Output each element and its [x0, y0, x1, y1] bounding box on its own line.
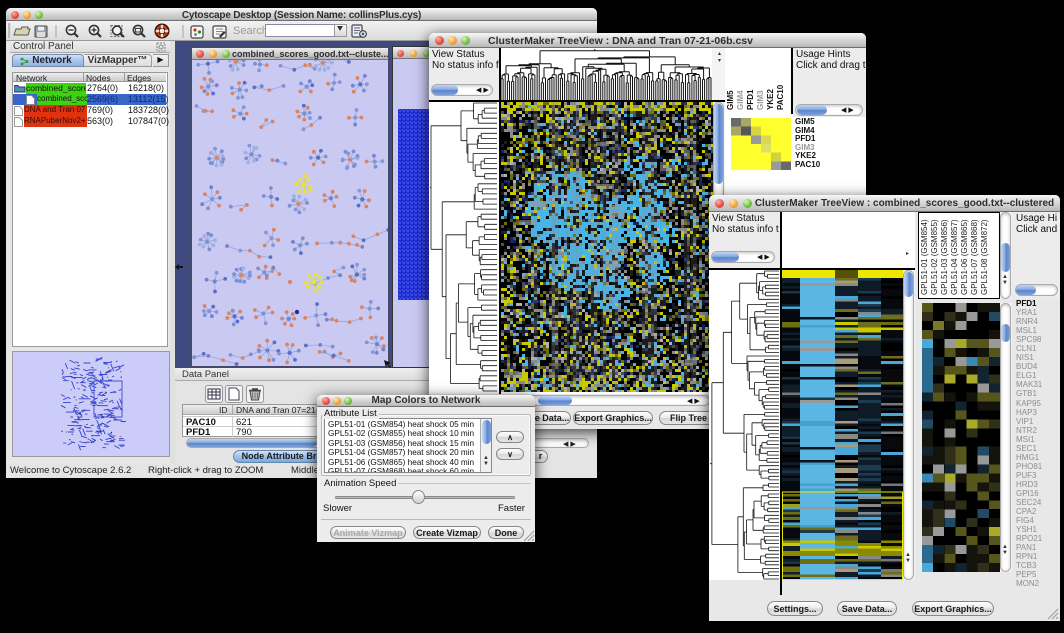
svg-text:GPL51-01 (GSM854): GPL51-01 (GSM854)	[920, 219, 929, 295]
svg-text:GIM3: GIM3	[756, 90, 765, 110]
svg-text:PFD1: PFD1	[746, 89, 755, 110]
svg-text:PAC10: PAC10	[776, 84, 785, 110]
svg-text:GIM5: GIM5	[726, 90, 735, 110]
svg-text:GIM4: GIM4	[736, 90, 745, 110]
svg-text:GPL51-04 (GSM857): GPL51-04 (GSM857)	[950, 219, 959, 295]
svg-text:GPL51-07 (GSM868): GPL51-07 (GSM868)	[970, 219, 979, 295]
svg-text:GPL51-02 (GSM855): GPL51-02 (GSM855)	[930, 219, 939, 295]
svg-text:YKE2: YKE2	[766, 89, 775, 110]
svg-text:GPL51-08 (GSM872): GPL51-08 (GSM872)	[980, 219, 989, 295]
svg-text:GPL51-06 (GSM865): GPL51-06 (GSM865)	[960, 219, 969, 295]
svg-text:GPL51-03 (GSM856): GPL51-03 (GSM856)	[940, 219, 949, 295]
